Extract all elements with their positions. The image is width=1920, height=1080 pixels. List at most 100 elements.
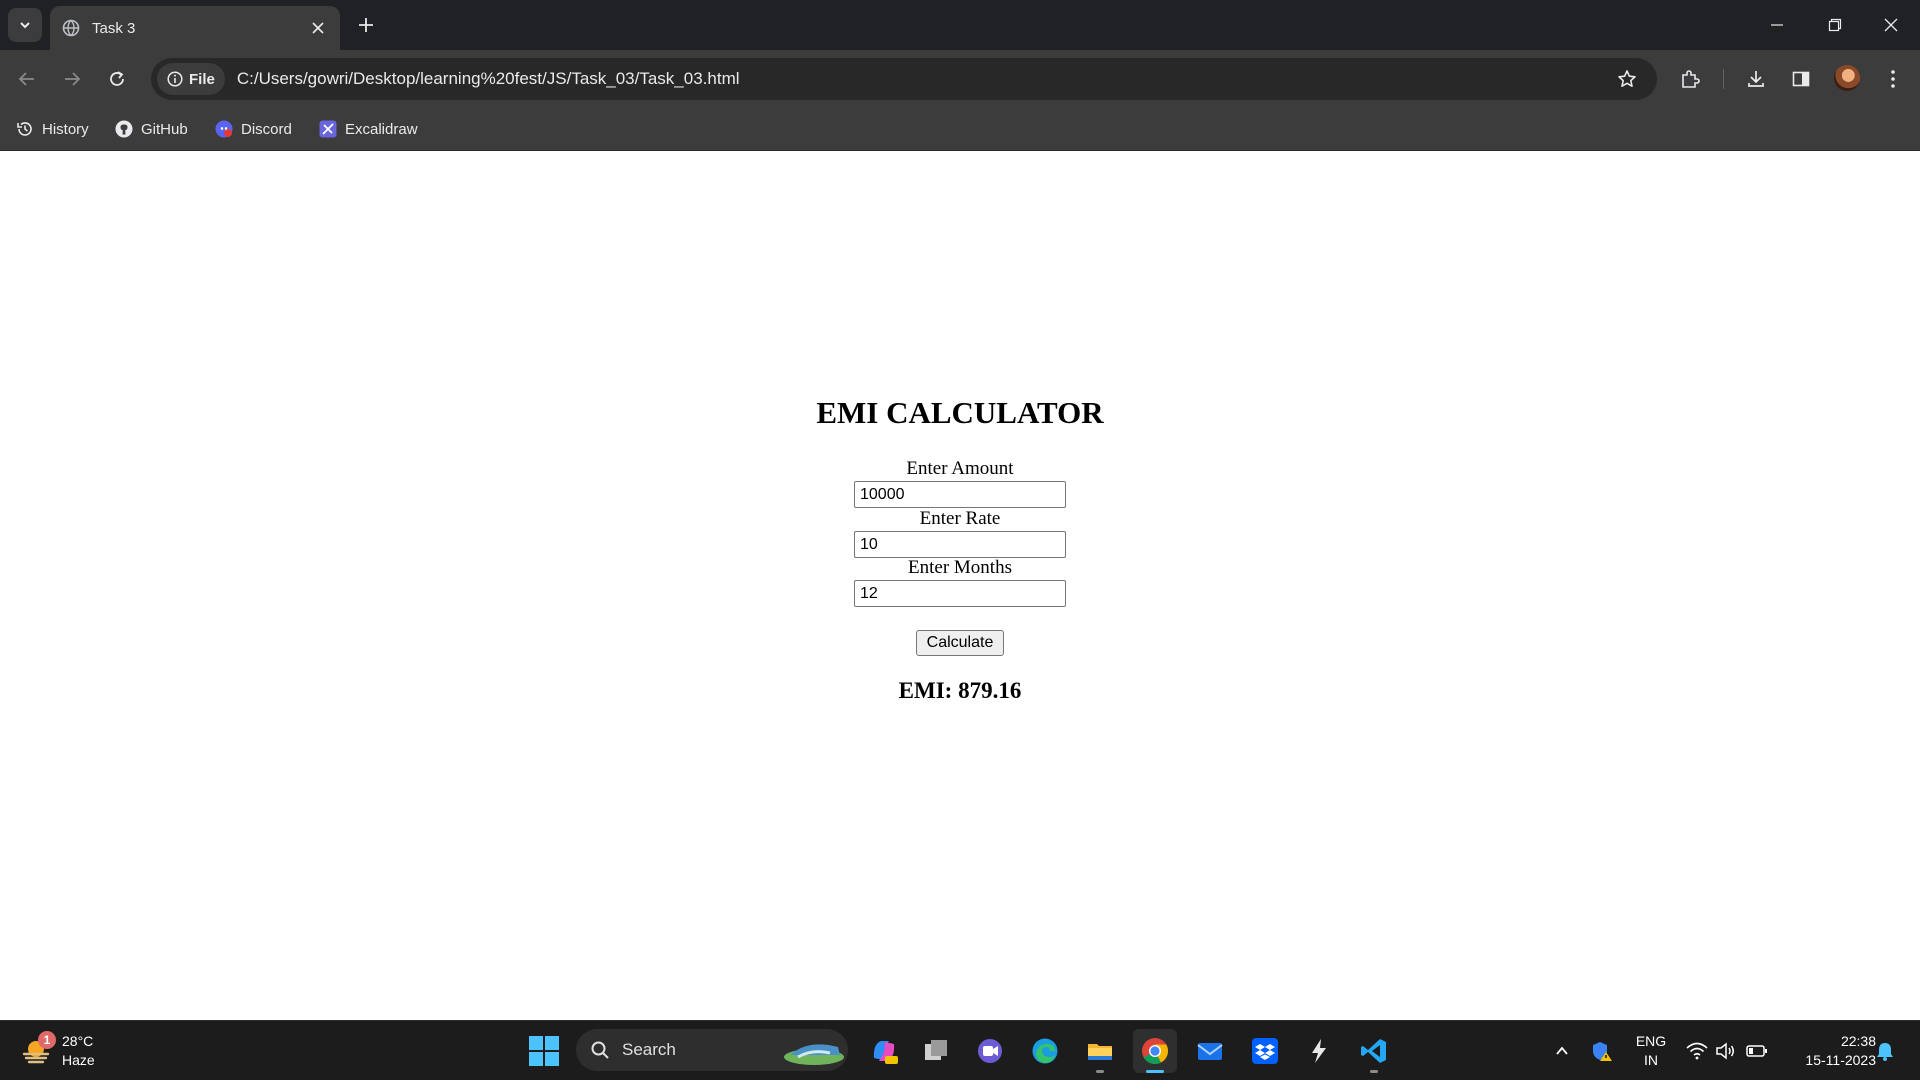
wifi-icon (1686, 1042, 1708, 1060)
site-info-chip[interactable]: File (157, 63, 225, 95)
search-icon (591, 1041, 609, 1059)
search-highlight-image (784, 1044, 844, 1065)
lightning-icon (1312, 1039, 1326, 1063)
site-chip-label: File (189, 70, 215, 88)
reload-button[interactable] (100, 62, 134, 96)
start-button[interactable] (528, 1035, 560, 1067)
bookmark-history[interactable]: History (16, 116, 89, 142)
chevron-up-icon (1556, 1046, 1568, 1055)
volume-status[interactable] (1712, 1037, 1738, 1065)
page-viewport: EMI CALCULATOR Enter Amount Enter Rate E… (0, 151, 1920, 1020)
teams-chat-icon (978, 1039, 1002, 1063)
taskbar-edge[interactable] (1023, 1029, 1067, 1073)
bookmark-star-icon[interactable] (1609, 61, 1645, 97)
tab-search-button[interactable] (8, 8, 42, 42)
browser-menu-button[interactable] (1876, 62, 1910, 96)
region-code: IN (1644, 1052, 1658, 1068)
downloads-button[interactable] (1739, 62, 1773, 96)
taskbar-copilot[interactable] (862, 1029, 906, 1073)
windows-taskbar: 1 28°C Haze Search ENG IN 22:38 15-11-20… (0, 1020, 1920, 1080)
download-icon (1748, 71, 1764, 87)
notifications-button[interactable] (1872, 1037, 1898, 1065)
close-window-button[interactable] (1862, 0, 1920, 50)
running-indicator (1370, 1070, 1378, 1073)
github-icon (115, 120, 133, 138)
bookmark-label: History (42, 120, 89, 138)
vscode-icon (1361, 1039, 1386, 1063)
rate-input[interactable] (854, 531, 1066, 558)
bookmark-excalidraw[interactable]: Excalidraw (319, 116, 418, 142)
taskbar-task-view[interactable] (914, 1029, 958, 1073)
weather-description: Haze (62, 1052, 95, 1068)
extensions-button[interactable] (1673, 62, 1707, 96)
taskbar-search[interactable]: Search (576, 1029, 848, 1071)
calculate-button[interactable]: Calculate (916, 630, 1004, 656)
back-button[interactable] (10, 62, 44, 96)
bookmark-label: GitHub (141, 120, 188, 138)
shield-warning-icon (1593, 1042, 1612, 1061)
tab-close-icon[interactable] (308, 18, 328, 38)
months-input[interactable] (854, 580, 1066, 607)
clock-date: 15-11-2023 (1805, 1052, 1876, 1068)
puzzle-icon (1682, 70, 1700, 88)
battery-status[interactable] (1744, 1037, 1770, 1065)
side-panel-button[interactable] (1784, 62, 1818, 96)
arrow-left-icon (18, 72, 34, 86)
address-bar[interactable]: File C:/Users/gowri/Desktop/learning%20f… (151, 58, 1657, 100)
weather-haze-icon: 1 (20, 1031, 56, 1067)
mail-icon (1197, 1043, 1223, 1060)
rate-label: Enter Rate (919, 508, 1001, 529)
chrome-icon (1142, 1038, 1169, 1064)
folder-icon (1088, 1044, 1112, 1060)
arrow-right-icon (65, 72, 81, 86)
search-label: Search (622, 1040, 676, 1059)
side-panel-icon (1792, 71, 1810, 87)
globe-icon (62, 19, 80, 37)
weather-widget[interactable]: 1 28°C Haze (20, 1029, 95, 1073)
taskbar-teams[interactable] (968, 1029, 1012, 1073)
bookmark-label: Excalidraw (345, 120, 418, 138)
plus-icon (359, 18, 373, 32)
forward-button[interactable] (55, 62, 89, 96)
speaker-icon (1716, 1042, 1734, 1060)
show-hidden-icons-button[interactable] (1549, 1037, 1575, 1065)
amount-input[interactable] (854, 481, 1066, 508)
page-title: EMI CALCULATOR (816, 395, 1104, 430)
restore-icon (1828, 18, 1842, 32)
close-icon (1884, 18, 1898, 32)
bookmark-github[interactable]: GitHub (115, 116, 188, 142)
tab-title: Task 3 (92, 19, 136, 37)
profile-avatar[interactable] (1834, 65, 1860, 91)
system-clock[interactable]: 22:38 15-11-2023 (1780, 1032, 1876, 1070)
url-text[interactable]: C:/Users/gowri/Desktop/learning%20fest/J… (237, 69, 1609, 89)
minimize-button[interactable] (1748, 0, 1806, 50)
history-icon (16, 120, 34, 138)
taskbar-mail[interactable] (1188, 1029, 1232, 1073)
browser-toolbar: File C:/Users/gowri/Desktop/learning%20f… (0, 50, 1920, 108)
security-tray-button[interactable] (1589, 1037, 1615, 1065)
active-indicator (1146, 1070, 1164, 1073)
running-indicator (1096, 1070, 1104, 1073)
reload-icon (110, 71, 124, 86)
restore-button[interactable] (1806, 0, 1864, 50)
taskbar-chrome[interactable] (1133, 1029, 1177, 1073)
kebab-menu-icon (1891, 70, 1895, 88)
wifi-status[interactable] (1684, 1037, 1710, 1065)
bookmark-discord[interactable]: Discord (215, 116, 292, 142)
input-language-indicator[interactable]: ENG IN (1630, 1032, 1672, 1070)
browser-tab[interactable]: Task 3 (50, 6, 340, 50)
minimize-icon (1771, 24, 1783, 26)
new-tab-button[interactable] (351, 10, 381, 40)
notification-badge: 1 (38, 1031, 56, 1049)
taskbar-file-explorer[interactable] (1078, 1029, 1122, 1073)
amount-label: Enter Amount (906, 458, 1014, 479)
edge-icon (1032, 1038, 1058, 1064)
clock-time: 22:38 (1840, 1033, 1876, 1049)
taskbar-vscode[interactable] (1352, 1029, 1396, 1073)
bookmarks-bar: History GitHub Discord Excalidraw (0, 108, 1920, 151)
taskbar-bolt-app[interactable] (1297, 1029, 1341, 1073)
taskbar-dropbox[interactable] (1243, 1029, 1287, 1073)
copilot-icon (873, 1041, 898, 1064)
dropbox-icon (1252, 1038, 1278, 1064)
weather-temperature: 28°C (62, 1033, 94, 1049)
